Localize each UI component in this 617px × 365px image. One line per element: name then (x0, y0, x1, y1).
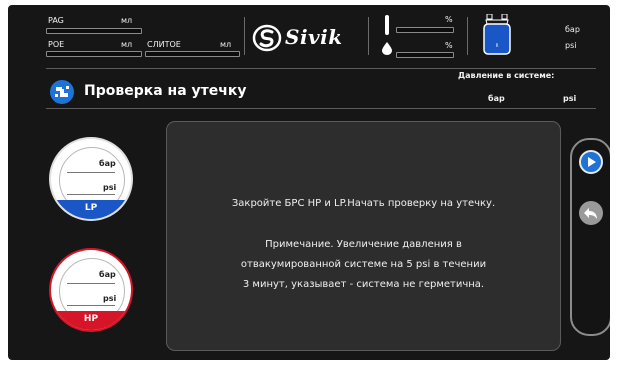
message-line-2: Примечание. Увеличение давления в (265, 239, 462, 250)
message-line-4: 3 минут, указывает - система не герметич… (242, 279, 485, 290)
logo-text: Sivik (285, 25, 343, 49)
logo-icon (252, 24, 282, 52)
message-line-1: Закройте БРС HP и LP.Начать проверку на … (231, 198, 496, 209)
back-button[interactable] (579, 201, 603, 225)
lp-gauge-dial: бар psi LP (49, 137, 133, 221)
lp-gauge: бар psi LP (49, 137, 133, 221)
divider (467, 17, 468, 55)
refrigerant-tank-icon: R (483, 14, 511, 55)
poe-level-bar (46, 51, 142, 57)
lp-gauge-bar-unit: бар (99, 159, 116, 168)
pag-unit: мл (121, 16, 133, 25)
thermometer-icon (385, 15, 389, 35)
lp-gauge-label: LP (51, 200, 131, 219)
drain-label: СЛИТОЕ (147, 40, 181, 49)
pag-label: PAG (48, 16, 64, 25)
leak-test-icon (50, 80, 74, 104)
top-level-bar (396, 27, 454, 33)
hp-gauge-dial: бар psi HP (49, 248, 133, 332)
top-unit-psi: psi (565, 41, 577, 50)
pct-bottom: % (445, 41, 453, 50)
poe-unit: мл (121, 40, 133, 49)
drain-level-bar (145, 51, 240, 57)
drain-unit: мл (220, 40, 232, 49)
svg-text:R: R (496, 43, 499, 48)
page-title: Проверка на утечку (84, 83, 247, 99)
hp-gauge-bar-unit: бар (99, 270, 116, 279)
play-icon (588, 157, 596, 167)
hp-gauge-psi-unit: psi (103, 294, 117, 303)
pct-top: % (445, 15, 453, 24)
sivik-logo: Sivik (252, 24, 359, 52)
screen: PAG мл POE мл СЛИТОЕ мл Sivik % % R бар … (8, 5, 610, 360)
poe-label: POE (48, 40, 65, 49)
divider (244, 17, 245, 55)
message-line-3: отвакумированной системе на 5 psi в тече… (240, 259, 487, 270)
system-pressure-psi-unit: psi (563, 94, 577, 103)
pag-level-bar (46, 28, 142, 34)
header-separator (46, 68, 596, 69)
system-pressure-bar-unit: бар (488, 94, 505, 103)
message-panel: Закройте БРС HP и LP.Начать проверку на … (166, 121, 561, 351)
lp-gauge-psi-unit: psi (103, 183, 117, 192)
title-separator (46, 108, 596, 109)
hp-gauge: бар psi HP (49, 248, 133, 332)
divider (368, 17, 369, 55)
hp-gauge-label: HP (51, 311, 131, 330)
oil-drop-icon (382, 42, 392, 55)
system-pressure-label: Давление в системе: (458, 71, 555, 80)
bottom-level-bar (396, 52, 454, 58)
side-control-bar (570, 138, 610, 336)
next-button[interactable] (579, 150, 603, 174)
top-unit-bar: бар (565, 25, 580, 34)
back-icon (584, 208, 597, 219)
